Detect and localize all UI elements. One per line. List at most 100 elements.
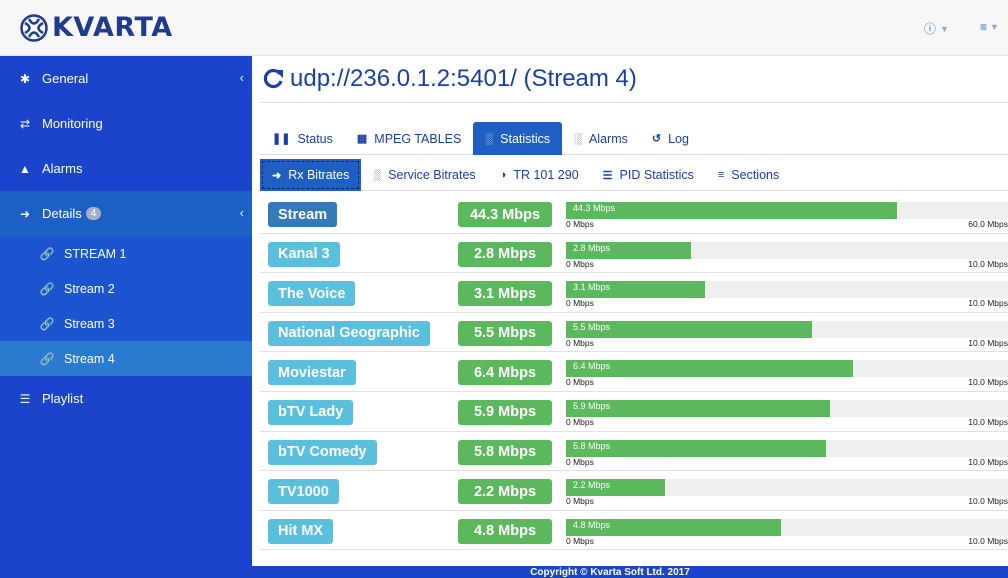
bitrate-row: bTV Lady 5.9 Mbps 5.9 Mbps 0 Mbps 10.0 M… (260, 392, 1008, 432)
bitrate-bar-text: 2.2 Mbps (573, 480, 611, 491)
list-icon: ☰ (602, 169, 613, 182)
tab-label: Statistics (500, 131, 551, 146)
info-dropdown[interactable]: ⓘ ▼ (924, 20, 949, 37)
service-name-label: Kanal 3 (268, 241, 340, 267)
bitrate-row: Hit MX 4.8 Mbps 4.8 Mbps 0 Mbps 10.0 Mbp… (260, 511, 1008, 551)
sidebar-item-monitoring[interactable]: ⇄ Monitoring (0, 101, 252, 146)
service-name-label: Moviestar (268, 360, 356, 386)
bitrate-bar-text: 44.3 Mbps (573, 203, 616, 213)
bitrate-value-label: 6.4 Mbps (458, 360, 552, 386)
sidebar: ✱ General ‹ ⇄ Monitoring ▲ Alarms ➜ Deta… (0, 56, 252, 578)
subtab-label: Sections (731, 168, 780, 182)
bitrate-bar: 6.4 Mbps (566, 360, 1008, 378)
service-name-label: Stream (268, 202, 338, 227)
subtab-label: PID Statistics (619, 168, 694, 182)
bar-max-label: 10.0 Mbps (968, 496, 1008, 507)
tab-alarms[interactable]: ░ Alarms (562, 122, 640, 155)
sidebar-item-general[interactable]: ✱ General ‹ (0, 56, 252, 101)
sidebar-subitem-stream-1[interactable]: 🔗 STREAM 1 (0, 236, 252, 271)
main-content: udp://236.0.1.2:5401/ (Stream 4) ❚❚ Stat… (252, 56, 1008, 568)
link-icon: 🔗 (39, 351, 55, 366)
bitrate-bar-fill: 44.3 Mbps (566, 202, 897, 219)
bitrate-value-label: 2.8 Mbps (458, 241, 552, 267)
tab-log[interactable]: ↺ Log (640, 122, 701, 155)
sidebar-subitem-label: Stream 2 (64, 281, 115, 296)
bar-chart-icon: ░ (485, 132, 494, 145)
service-name-label: National Geographic (268, 320, 430, 346)
service-name-label: Hit MX (268, 518, 334, 544)
service-name-label: bTV Comedy (268, 439, 377, 465)
tab-label: Status (297, 131, 333, 146)
subtab-tr-101-290[interactable]: ◑ TR 101 290 (488, 159, 591, 191)
tab-status[interactable]: ❚❚ Status (260, 122, 345, 155)
bitrate-bar-text: 4.8 Mbps (573, 519, 611, 530)
bitrate-bar: 44.3 Mbps (566, 202, 1008, 219)
bar-min-label: 0 Mbps (566, 258, 594, 269)
sidebar-item-label: Playlist (42, 391, 84, 406)
subtab-label: TR 101 290 (513, 168, 579, 182)
tab-statistics[interactable]: ░ Statistics (473, 122, 563, 155)
tab-label: Log (668, 131, 689, 146)
subtab-sections[interactable]: ≡ Sections (706, 159, 791, 191)
bar-chart-icon: ░ (574, 132, 582, 145)
bar-min-label: 0 Mbps (566, 337, 594, 348)
sidebar-item-details[interactable]: ➜ Details 4 ‹ (0, 191, 252, 236)
bitrate-row: TV1000 2.2 Mbps 2.2 Mbps 0 Mbps 10.0 Mbp… (260, 471, 1008, 511)
info-icon: ⓘ (924, 22, 937, 36)
link-icon: 🔗 (39, 316, 55, 331)
top-header: KVARTA ⓘ ▼ ≡ ▼ (0, 0, 1008, 56)
secondary-tabs: ➜ Rx Bitrates ░ Service Bitrates ◑ TR 10… (260, 159, 1008, 191)
chevron-down-icon: ‹ (239, 205, 244, 220)
bitrate-bar-text: 5.8 Mbps (573, 440, 611, 451)
bitrate-bar: 5.8 Mbps (566, 439, 1008, 457)
bitrate-value-label: 5.5 Mbps (458, 320, 552, 346)
sidebar-subitem-stream-4[interactable]: 🔗 Stream 4 (0, 341, 252, 376)
half-circle-icon: ◑ (499, 169, 507, 181)
bitrate-bar: 4.8 Mbps (566, 518, 1008, 536)
bar-max-label: 10.0 Mbps (968, 377, 1008, 388)
bitrate-bar-text: 6.4 Mbps (573, 361, 611, 372)
bar-min-label: 0 Mbps (566, 496, 594, 507)
bar-min-label: 0 Mbps (566, 219, 594, 229)
bar-max-label: 10.0 Mbps (968, 535, 1008, 546)
bar-min-label: 0 Mbps (566, 535, 594, 546)
sidebar-item-label: Monitoring (42, 116, 103, 131)
bitrate-row: Kanal 3 2.8 Mbps 2.8 Mbps 0 Mbps 10.0 Mb… (260, 234, 1008, 274)
refresh-icon[interactable] (262, 68, 284, 90)
bitrate-row-stream: Stream 44.3 Mbps 44.3 Mbps 0 Mbps 60.0 M… (260, 194, 1008, 234)
kvarta-logo[interactable]: KVARTA (20, 14, 173, 42)
menu-dropdown[interactable]: ≡ ▼ (980, 20, 999, 34)
sidebar-subitem-label: Stream 4 (64, 351, 115, 366)
sidebar-item-label: Alarms (42, 161, 83, 176)
kvarta-logo-icon (20, 14, 48, 42)
bitrate-value-label: 2.2 Mbps (458, 479, 552, 505)
tab-label: Alarms (588, 131, 628, 146)
bitrate-bar-text: 5.9 Mbps (573, 400, 611, 411)
arrow-right-icon: ➜ (19, 206, 31, 221)
bitrate-bar-fill: 3.1 Mbps (566, 281, 705, 299)
sidebar-item-alarms[interactable]: ▲ Alarms (0, 146, 252, 191)
subtab-rx-bitrates[interactable]: ➜ Rx Bitrates (260, 159, 362, 191)
subtab-pid-statistics[interactable]: ☰ PID Statistics (591, 159, 706, 191)
sidebar-subitem-stream-3[interactable]: 🔗 Stream 3 (0, 306, 252, 341)
bitrate-value-label: 44.3 Mbps (458, 202, 552, 227)
link-icon: 🔗 (39, 281, 55, 296)
service-name-label: TV1000 (268, 479, 339, 505)
bitrate-row: National Geographic 5.5 Mbps 5.5 Mbps 0 … (260, 313, 1008, 353)
sidebar-subitem-label: Stream 3 (64, 316, 115, 331)
subtab-service-bitrates[interactable]: ░ Service Bitrates (361, 159, 487, 191)
bars-icon: ≡ (717, 169, 725, 181)
bar-max-label: 60.0 Mbps (968, 219, 1008, 229)
copyright-text: Copyright © Kvarta Soft Ltd. 2017 (530, 567, 690, 578)
bitrate-bar-text: 3.1 Mbps (573, 282, 611, 293)
tab-label: MPEG TABLES (374, 131, 462, 146)
tab-mpeg-tables[interactable]: ▦ MPEG TABLES (345, 122, 473, 155)
bitrate-bar-fill: 5.9 Mbps (566, 399, 831, 417)
sidebar-subitem-stream-2[interactable]: 🔗 Stream 2 (0, 271, 252, 306)
bitrate-bar-text: 2.8 Mbps (573, 242, 611, 253)
sidebar-item-playlist[interactable]: ☰ Playlist (0, 376, 252, 421)
sidebar-item-label: General (42, 71, 89, 86)
caret-down-icon: ▼ (940, 23, 949, 34)
footer: Copyright © Kvarta Soft Ltd. 2017 (252, 566, 1008, 578)
page-title: udp://236.0.1.2:5401/ (Stream 4) (262, 65, 637, 93)
